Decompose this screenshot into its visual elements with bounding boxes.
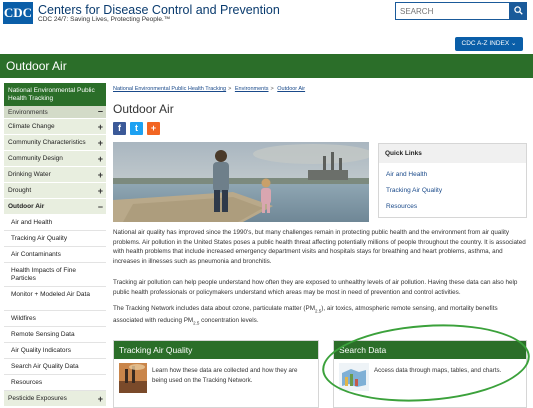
az-index-button[interactable]: CDC A-Z INDEX ⌄ [455,37,523,51]
plus-icon[interactable]: + [98,183,103,199]
page-banner: Outdoor Air [0,54,533,78]
more-share-button[interactable]: + [147,122,160,135]
sidebar-heading[interactable]: National Environmental Public Health Tra… [4,83,106,106]
sidebar-subitem-resources[interactable]: Resources [4,375,106,391]
plus-icon[interactable]: + [98,151,103,167]
sidebar-item-label: Community Design [8,155,63,162]
sidebar-item-label: Community Characteristics [8,139,86,146]
plus-icon[interactable]: + [98,119,103,135]
quick-link-air-and-health[interactable]: Air and Health [379,167,526,183]
smokestack-icon [119,363,147,393]
sidebar-subitem-monitor-modeled[interactable]: Monitor + Modeled Air Data [4,287,106,311]
sidebar-item-pesticide-exposures[interactable]: Pesticide Exposures + [4,391,106,407]
org-name[interactable]: Centers for Disease Control and Preventi… [38,3,280,17]
sidebar-item-climate-change[interactable]: Climate Change + [4,119,106,135]
quick-links-title: Quick Links [379,144,526,163]
plus-icon: + [150,123,157,133]
quick-links-panel: Quick Links Air and Health Tracking Air … [378,143,527,218]
site-header: CDC Centers for Disease Control and Prev… [0,0,533,34]
sidebar-item-community-design[interactable]: Community Design + [4,151,106,167]
sidebar-subitem-air-and-health[interactable]: Air and Health [4,215,106,231]
sidebar-subitem-tracking-air-quality[interactable]: Tracking Air Quality [4,231,106,247]
sidebar-item-label: Outdoor Air [8,203,45,210]
search-button[interactable] [510,2,527,20]
sidebar-section-label: Environments [8,109,48,116]
tagline: CDC 24/7: Saving Lives, Protecting Peopl… [38,16,171,23]
mother-child-by-river-image [113,142,369,222]
sidebar-item-label: Climate Change [8,123,55,130]
minus-icon[interactable]: − [98,199,103,215]
sidebar-item-outdoor-air[interactable]: Outdoor Air − [4,199,106,215]
network-text: concentration levels. [199,316,259,324]
plus-icon[interactable]: + [98,135,103,151]
twitter-icon: t [135,123,138,133]
minus-icon[interactable]: − [98,106,103,119]
network-text: The Tracking Network includes data about… [113,305,315,312]
plus-icon[interactable]: + [98,167,103,183]
hero-image [113,142,369,222]
quick-link-resources[interactable]: Resources [379,199,526,215]
sidebar-subitem-search-aq-data[interactable]: Search Air Quality Data [4,359,106,375]
facebook-icon: f [118,123,121,133]
page-title: Outdoor Air [113,102,174,116]
quick-link-tracking-air-quality[interactable]: Tracking Air Quality [379,183,526,199]
cdc-logo[interactable]: CDC [3,2,33,24]
sidebar-subitem-remote-sensing[interactable]: Remote Sensing Data [4,327,106,343]
breadcrumb-link[interactable]: National Environmental Public Health Tra… [113,86,226,92]
card-description: Learn how these data are collected and h… [152,367,298,384]
map-chart-icon [339,363,369,391]
sidebar-item-label: Drinking Water [8,171,51,178]
intro-paragraph: National air quality has improved since … [113,229,526,265]
sidebar-nav: National Environmental Public Health Tra… [4,83,106,408]
card-title[interactable]: Tracking Air Quality [114,341,318,359]
twitter-share-button[interactable]: t [130,122,143,135]
card-title[interactable]: Search Data [334,341,526,359]
search-input[interactable] [395,2,510,20]
plus-icon[interactable]: + [98,391,103,407]
sidebar-item-label: Pesticide Exposures [8,395,67,402]
facebook-share-button[interactable]: f [113,122,126,135]
banner-title: Outdoor Air [6,59,67,73]
sidebar-item-drinking-water[interactable]: Drinking Water + [4,167,106,183]
search-data-card[interactable]: Search Data Access data through maps, ta… [333,340,527,408]
sidebar-subitem-wildfires[interactable]: Wildfires [4,311,106,327]
sidebar-item-drought[interactable]: Drought + [4,183,106,199]
tracking-paragraph: Tracking air pollution can help people u… [113,279,518,296]
card-description: Access data through maps, tables, and ch… [374,367,502,374]
network-paragraph: The Tracking Network includes data about… [113,304,527,328]
sidebar-section-environments[interactable]: Environments − [4,106,106,119]
sidebar-subitem-air-contaminants[interactable]: Air Contaminants [4,247,106,263]
breadcrumb: National Environmental Public Health Tra… [113,86,306,92]
sidebar-item-label: Drought [8,187,32,194]
sidebar-item-community-characteristics[interactable]: Community Characteristics + [4,135,106,151]
breadcrumb-link[interactable]: Environments [235,86,269,92]
sidebar-subitem-aq-indicators[interactable]: Air Quality Indicators [4,343,106,359]
search-icon [514,6,523,15]
breadcrumb-link[interactable]: Outdoor Air [277,86,305,92]
sidebar-subitem-health-impacts[interactable]: Health Impacts of Fine Particles [4,263,106,287]
tracking-air-quality-card[interactable]: Tracking Air Quality Learn how these dat… [113,340,319,408]
